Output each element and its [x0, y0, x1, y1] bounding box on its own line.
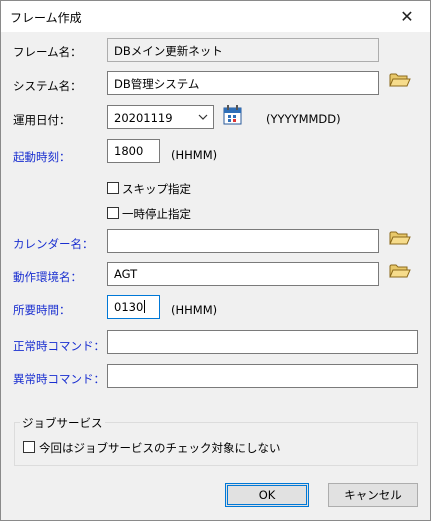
window-title: フレーム作成	[10, 11, 82, 25]
close-icon: ✕	[400, 7, 414, 26]
system-browse-button[interactable]	[389, 72, 413, 92]
job-service-checkbox[interactable]	[23, 441, 35, 453]
chevron-down-icon	[198, 114, 208, 120]
normal-command-field[interactable]	[107, 330, 418, 354]
job-service-checkbox-label: 今回はジョブサービスのチェック対象にしない	[39, 441, 281, 455]
environment-name-field[interactable]: AGT	[107, 262, 379, 286]
error-command-label: 異常時コマンド：	[13, 372, 105, 386]
job-service-group-title: ジョブサービス	[20, 415, 105, 431]
folder-icon	[389, 264, 411, 278]
system-name-field[interactable]: DB管理システム	[107, 71, 379, 95]
ok-button[interactable]: OK	[225, 483, 309, 507]
environment-name-label: 動作環境名：	[13, 270, 82, 284]
start-time-label: 起動時刻：	[13, 150, 71, 164]
calendar-browse-button[interactable]	[389, 230, 413, 250]
skip-checkbox-label: スキップ指定	[122, 182, 191, 196]
calendar-button[interactable]	[222, 103, 244, 127]
dialog-window: フレーム作成 ✕ フレーム名： DBメイン更新ネット システム名： DB管理シス…	[0, 0, 431, 521]
cancel-button[interactable]: キャンセル	[328, 483, 418, 507]
text-caret	[144, 300, 146, 313]
skip-checkbox[interactable]	[107, 182, 119, 194]
pause-checkbox-label: 一時停止指定	[122, 207, 191, 221]
time-format-hint: (HHMM)	[171, 148, 218, 162]
frame-name-label: フレーム名：	[13, 45, 82, 59]
apply-date-select[interactable]: 20201119	[107, 105, 214, 129]
calendar-name-field[interactable]	[107, 229, 379, 253]
duration-value: 0130	[114, 300, 144, 314]
close-button[interactable]: ✕	[384, 1, 430, 32]
environment-browse-button[interactable]	[389, 263, 413, 283]
apply-date-value: 20201119	[114, 111, 173, 125]
calendar-icon	[223, 105, 242, 125]
start-time-field[interactable]: 1800	[107, 139, 160, 163]
duration-field[interactable]: 0130	[107, 295, 160, 319]
calendar-name-label: カレンダー名：	[13, 237, 94, 251]
duration-format-hint: (HHMM)	[171, 303, 218, 317]
apply-date-label: 運用日付：	[13, 113, 71, 127]
error-command-field[interactable]	[107, 364, 418, 388]
normal-command-label: 正常時コマンド：	[13, 339, 105, 353]
folder-icon	[389, 73, 411, 87]
duration-label: 所要時間：	[13, 303, 71, 317]
title-bar: フレーム作成 ✕	[1, 1, 430, 32]
folder-icon	[389, 231, 411, 245]
system-name-label: システム名：	[13, 79, 82, 93]
frame-name-field: DBメイン更新ネット	[107, 38, 379, 62]
date-format-hint: (YYYYMMDD)	[266, 112, 341, 126]
pause-checkbox[interactable]	[107, 207, 119, 219]
